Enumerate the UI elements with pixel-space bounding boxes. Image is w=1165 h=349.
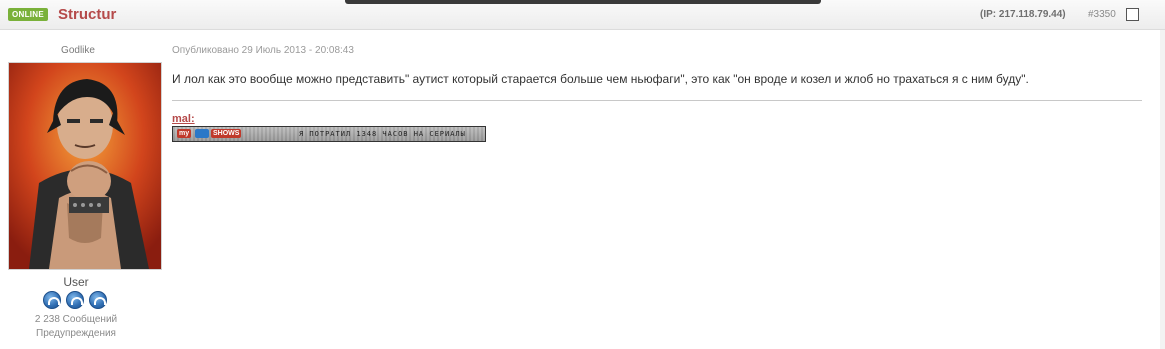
top-overlay-bar — [345, 0, 821, 4]
post-ip-address: (IP: 217.118.79.44) — [980, 9, 1066, 20]
banner-logo-my: my — [177, 129, 192, 138]
post-header: ONLINE Structur (IP: 217.118.79.44) #335… — [0, 0, 1165, 30]
post-body-text: И лол как это вообще можно представить" … — [172, 72, 1029, 86]
author-post-count: 2 238 Сообщений — [34, 314, 118, 325]
signature-link[interactable]: mal: — [172, 113, 195, 125]
author-avatar[interactable] — [8, 62, 162, 270]
banner-logo-shows: SHOWS — [211, 129, 242, 138]
post-select-checkbox[interactable] — [1126, 8, 1139, 21]
avatar-illustration — [9, 63, 161, 269]
author-group: User — [63, 275, 89, 289]
signature-banner[interactable]: my SHOWS Я ПОТРАТИЛ 1348 ЧАСОВ НА СЕРИАЛ… — [172, 126, 486, 142]
tv-icon — [195, 129, 209, 138]
banner-text: Я ПОТРАТИЛ 1348 ЧАСОВ НА СЕРИАЛЫ — [299, 130, 466, 138]
author-warnings-link[interactable]: Предупреждения — [8, 328, 144, 339]
signature-divider — [172, 100, 1142, 101]
rank-pip-icon — [89, 291, 107, 309]
rank-pip-icon — [43, 291, 61, 309]
right-edge-shadow — [1160, 30, 1165, 349]
post-date: Опубликовано 29 Июль 2013 - 20:08:43 — [172, 45, 354, 56]
online-status-badge: ONLINE — [8, 8, 49, 21]
author-username-link[interactable]: Structur — [58, 6, 116, 23]
post-number-link[interactable]: #3350 — [1088, 9, 1116, 20]
author-rank-title: Godlike — [61, 45, 95, 56]
rank-pip-icon — [66, 291, 84, 309]
